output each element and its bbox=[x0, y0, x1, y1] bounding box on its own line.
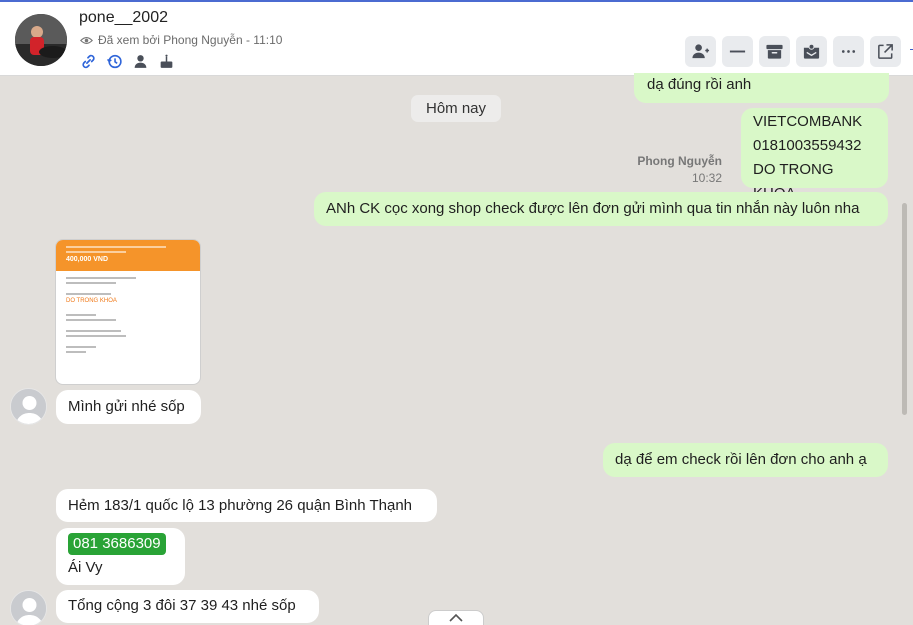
message-bank-info[interactable]: VIETCOMBANK 0181003559432 DO TRONG KHOA bbox=[741, 108, 888, 202]
message-incoming[interactable]: Tổng cộng 3 đôi 37 39 43 nhé sốp bbox=[56, 590, 319, 623]
message-text: Hẻm 183/1 quốc lộ 13 phường 26 quận Bình… bbox=[68, 497, 413, 514]
open-external-button[interactable] bbox=[870, 36, 901, 67]
birthday-cake-icon[interactable] bbox=[158, 53, 175, 70]
minimize-button[interactable] bbox=[722, 36, 753, 67]
contact-avatar[interactable] bbox=[15, 14, 67, 66]
message-incoming[interactable]: 081 3686309 Ái Vy bbox=[56, 528, 185, 585]
eye-icon bbox=[80, 36, 93, 44]
contact-name: pone__2002 bbox=[79, 9, 168, 26]
archive-button[interactable] bbox=[759, 36, 790, 67]
header-toolbar bbox=[685, 36, 901, 67]
external-link-icon bbox=[878, 44, 893, 59]
link-icon[interactable] bbox=[80, 53, 97, 70]
default-avatar-icon bbox=[11, 591, 46, 625]
message-outgoing[interactable]: dạ để em check rồi lên đơn cho anh ạ bbox=[603, 443, 888, 477]
minimize-icon bbox=[729, 50, 746, 53]
seen-status: Đã xem bởi Phong Nguyễn - 11:10 bbox=[80, 33, 282, 47]
chat-header: pone__2002 Đã xem bởi Phong Nguyễn - 11:… bbox=[0, 0, 913, 76]
message-meta: Phong Nguyễn 10:32 bbox=[622, 153, 722, 187]
sender-avatar[interactable] bbox=[10, 590, 47, 625]
more-icon bbox=[841, 50, 856, 53]
seen-text: Đã xem bởi Phong Nguyễn - 11:10 bbox=[98, 33, 283, 47]
receipt-image[interactable]: 400,000 VND DO TRONG KHOA bbox=[55, 239, 201, 385]
message-text: ANh CK cọc xong shop check được lên đơn … bbox=[326, 200, 860, 217]
inbox-button[interactable] bbox=[796, 36, 827, 67]
inbox-icon bbox=[803, 43, 820, 59]
header-quick-icons bbox=[80, 53, 175, 70]
sender-avatar[interactable] bbox=[10, 388, 47, 425]
message-text: Mình gửi nhé sốp bbox=[68, 398, 185, 415]
message-outgoing[interactable]: dạ đúng rồi anh bbox=[634, 73, 889, 103]
chevron-up-icon bbox=[449, 613, 463, 622]
receipt-name: DO TRONG KHOA bbox=[66, 298, 117, 304]
receipt-amount: 400,000 VND bbox=[66, 256, 109, 263]
phone-number-link[interactable]: 081 3686309 bbox=[68, 533, 166, 555]
message-outgoing[interactable]: ANh CK cọc xong shop check được lên đơn … bbox=[314, 192, 888, 226]
sender-name: Phong Nguyễn bbox=[637, 154, 722, 168]
date-separator: Hôm nay bbox=[411, 95, 501, 122]
receipt-body: DO TRONG KHOA bbox=[56, 271, 200, 368]
message-text: dạ đúng rồi anh bbox=[647, 76, 752, 93]
message-text: Tổng cộng 3 đôi 37 39 43 nhé sốp bbox=[68, 597, 296, 614]
receipt-header: 400,000 VND bbox=[56, 240, 200, 271]
bank-name: VIETCOMBANK bbox=[753, 113, 863, 130]
message-incoming[interactable]: Hẻm 183/1 quốc lộ 13 phường 26 quận Bình… bbox=[56, 489, 437, 522]
message-time: 10:32 bbox=[691, 171, 722, 185]
add-user-button[interactable] bbox=[685, 36, 716, 67]
default-avatar-icon bbox=[11, 389, 46, 424]
bank-account: 0181003559432 bbox=[753, 137, 862, 154]
message-text: Ái Vy bbox=[68, 559, 103, 576]
message-text: dạ để em check rồi lên đơn cho anh ạ bbox=[615, 451, 867, 468]
more-button[interactable] bbox=[833, 36, 864, 67]
message-incoming[interactable]: Mình gửi nhé sốp bbox=[56, 390, 201, 424]
scroll-to-bottom-button[interactable] bbox=[428, 610, 484, 625]
person-icon[interactable] bbox=[132, 53, 149, 70]
chat-scrollbar[interactable] bbox=[902, 203, 907, 415]
add-user-icon bbox=[692, 44, 710, 59]
history-icon[interactable] bbox=[106, 53, 123, 70]
archive-icon bbox=[766, 44, 783, 59]
